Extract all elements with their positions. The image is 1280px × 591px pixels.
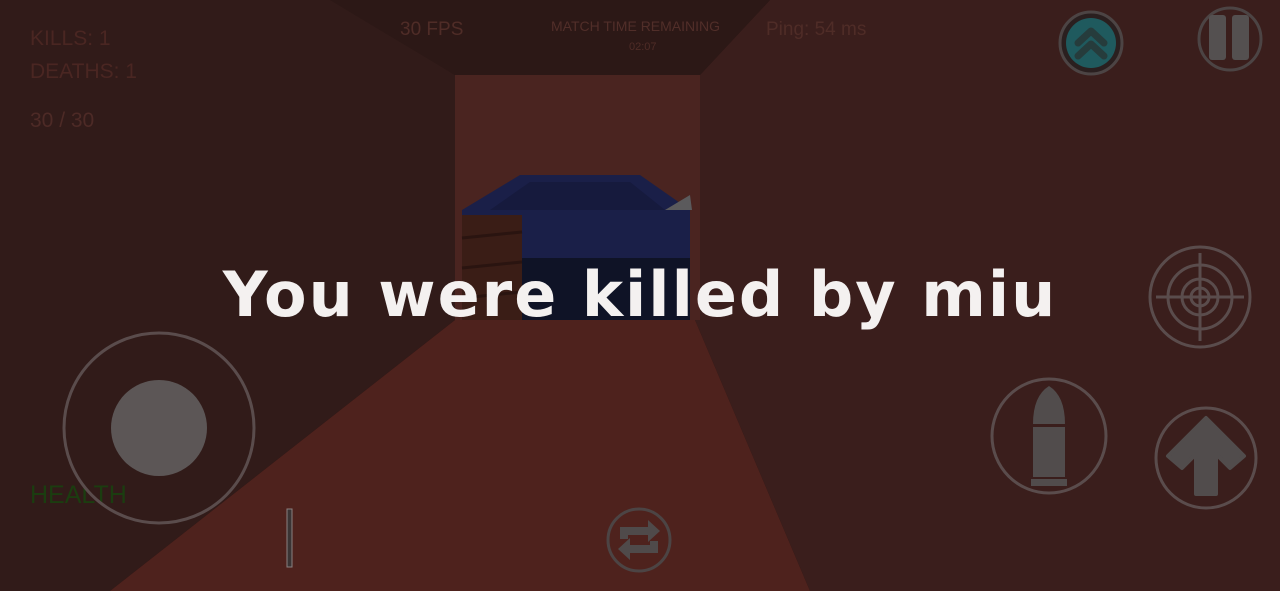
move-joystick[interactable] [60,330,260,530]
match-time-value: 02:07 [629,41,657,53]
switch-weapon-button[interactable] [604,505,674,575]
swap-arrows-icon [606,507,672,573]
health-bar [286,508,293,568]
pause-button[interactable] [1195,4,1265,74]
jump-button[interactable] [1152,404,1260,512]
fps-counter: 30 FPS [400,19,464,40]
match-time-label: MATCH TIME REMAINING [551,18,721,34]
arrow-up-icon [1154,406,1258,510]
joystick-thumb[interactable] [111,380,207,476]
ammo-counter: 30 / 30 [30,109,95,132]
pause-icon [1197,6,1263,72]
bullet-icon [990,377,1108,495]
game-viewport[interactable]: KILLS: 1 DEATHS: 1 30 / 30 30 FPS MATCH … [0,0,1280,591]
fire-button[interactable] [987,374,1111,498]
kills-counter: KILLS: 1 [30,27,111,50]
ping-indicator: Ping: 54 ms [766,19,867,40]
double-chevron-up-icon [1058,10,1124,76]
deaths-counter: DEATHS: 1 [30,60,137,83]
rank-up-button[interactable] [1056,8,1126,78]
death-message: You were killed by miu [222,258,1058,331]
